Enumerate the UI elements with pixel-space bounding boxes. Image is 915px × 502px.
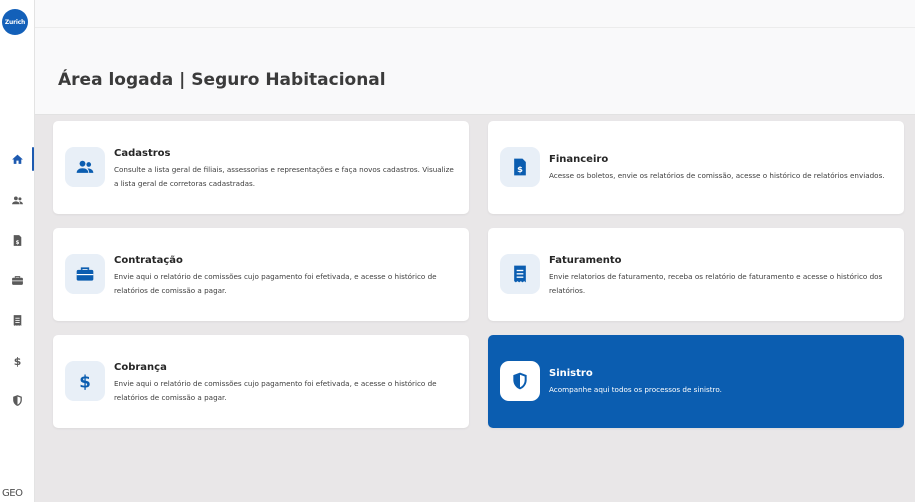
sidebar-item-sinistro[interactable] <box>0 388 35 412</box>
card-icon-container <box>65 147 105 187</box>
svg-text:$: $ <box>16 239 20 245</box>
briefcase-icon <box>76 267 94 281</box>
card-icon-container <box>500 361 540 401</box>
dollar-icon: $ <box>79 373 91 391</box>
sidebar-item-faturamento[interactable] <box>0 308 35 332</box>
sidebar-item-home[interactable] <box>0 147 35 171</box>
card-text: Faturamento Envie relatorios de faturame… <box>549 255 892 297</box>
card-icon-container: $ <box>500 147 540 187</box>
sidebar-item-cobranca[interactable]: $ <box>0 348 35 372</box>
home-icon <box>12 154 23 164</box>
document-dollar-icon: $ <box>514 158 526 176</box>
card-title: Faturamento <box>549 255 622 266</box>
card-icon-container <box>500 254 540 294</box>
card-text: Financeiro Acesse os boletos, envie os r… <box>549 154 892 183</box>
card-cobranca[interactable]: $ Cobrança Envie aqui o relatório de com… <box>53 335 469 428</box>
card-text: Contratação Envie aqui o relatório de co… <box>114 255 457 297</box>
svg-text:$: $ <box>79 373 91 391</box>
card-text: Cobrança Envie aqui o relatório de comis… <box>114 362 457 404</box>
geo-logo: GEO <box>2 488 23 499</box>
card-description: Acesse os boletos, envie os relatórios d… <box>549 171 885 180</box>
briefcase-icon <box>12 275 23 285</box>
card-title: Contratação <box>114 255 183 266</box>
sidebar-item-users[interactable] <box>0 188 35 212</box>
card-contratacao[interactable]: Contratação Envie aqui o relatório de co… <box>53 228 469 321</box>
card-faturamento[interactable]: Faturamento Envie relatorios de faturame… <box>488 228 904 321</box>
users-icon <box>12 195 23 204</box>
card-title: Cadastros <box>114 148 171 159</box>
card-description: Envie aqui o relatório de comissões cujo… <box>114 379 437 402</box>
zurich-logo[interactable]: Zurich <box>2 9 28 35</box>
card-title: Financeiro <box>549 154 609 165</box>
page-header: Área logada | Seguro Habitacional <box>35 0 915 115</box>
card-title: Cobrança <box>114 362 167 373</box>
receipt-icon <box>13 314 22 326</box>
header-divider <box>35 27 915 28</box>
card-text: Cadastros Consulte a lista geral de fili… <box>114 148 457 190</box>
card-cadastros[interactable]: Cadastros Consulte a lista geral de fili… <box>53 121 469 214</box>
card-title: Sinistro <box>549 368 593 379</box>
shield-icon <box>13 394 22 406</box>
sidebar-item-contratacao[interactable] <box>0 268 35 292</box>
page-title: Área logada | Seguro Habitacional <box>58 70 386 90</box>
sidebar: Zurich $ $ GEO <box>0 0 35 502</box>
shield-icon <box>513 372 527 390</box>
card-text: Sinistro Acompanhe aqui todos os process… <box>549 368 892 397</box>
card-description: Envie relatorios de faturamento, receba … <box>549 272 883 295</box>
svg-text:$: $ <box>14 354 22 366</box>
document-dollar-icon: $ <box>13 234 22 246</box>
card-sinistro[interactable]: Sinistro Acompanhe aqui todos os process… <box>488 335 904 428</box>
sidebar-item-financeiro[interactable]: $ <box>0 228 35 252</box>
card-icon-container: $ <box>65 361 105 401</box>
dollar-icon: $ <box>14 354 22 366</box>
card-financeiro[interactable]: $ Financeiro Acesse os boletos, envie os… <box>488 121 904 214</box>
users-icon <box>76 160 94 173</box>
card-icon-container <box>65 254 105 294</box>
card-description: Consulte a lista geral de filiais, asses… <box>114 165 454 188</box>
card-description: Envie aqui o relatório de comissões cujo… <box>114 272 437 295</box>
receipt-icon <box>514 265 526 283</box>
svg-text:$: $ <box>517 164 523 174</box>
card-description: Acompanhe aqui todos os processos de sin… <box>549 385 722 394</box>
logo-text: Zurich <box>4 18 26 26</box>
